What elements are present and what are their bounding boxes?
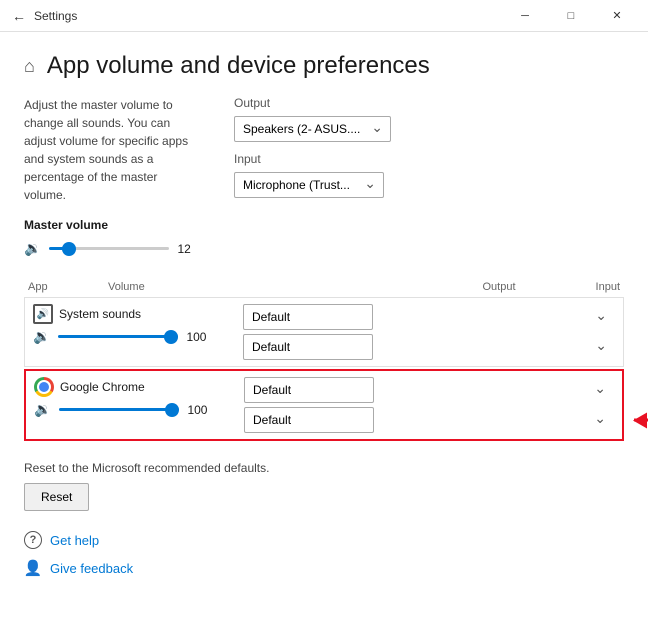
system-sounds-vol-value: 100 xyxy=(186,330,206,344)
system-sounds-output-select[interactable]: Default xyxy=(243,304,373,330)
footer-links: ? Get help 👤 Give feedback xyxy=(24,531,624,577)
back-icon[interactable]: ← xyxy=(12,8,26,24)
red-arrow-indicator xyxy=(634,419,648,422)
chrome-output-select[interactable]: Default xyxy=(244,377,374,403)
system-sounds-vol-icon: 🔉 xyxy=(33,328,50,345)
system-sounds-input-select[interactable]: Default xyxy=(243,334,373,360)
output-label: Output xyxy=(234,96,624,110)
description-section: Adjust the master volume to change all s… xyxy=(24,96,234,208)
master-volume-icon: 🔉 xyxy=(24,240,41,257)
chrome-input-container: Default xyxy=(244,407,614,433)
close-button[interactable]: ✕ xyxy=(594,0,640,32)
top-section: Adjust the master volume to change all s… xyxy=(24,96,624,208)
master-volume-label: Master volume xyxy=(24,218,624,232)
system-sounds-name-row: 🔊 System sounds xyxy=(33,304,233,324)
maximize-button[interactable]: □ xyxy=(548,0,594,32)
input-select-container: Microphone (Trust...Default xyxy=(234,172,384,198)
page-title: App volume and device preferences xyxy=(47,52,430,80)
master-volume-slider[interactable] xyxy=(49,247,169,250)
give-feedback-icon: 👤 xyxy=(24,559,42,577)
description-text: Adjust the master volume to change all s… xyxy=(24,96,194,204)
system-sounds-volume-slider[interactable] xyxy=(58,335,178,338)
app-table-header: App Volume Output Input xyxy=(24,281,624,293)
chrome-name: Google Chrome xyxy=(60,380,145,394)
system-sounds-left: 🔊 System sounds 🔉 100 xyxy=(33,304,233,345)
output-select-container: Speakers (2- ASUS....Default xyxy=(234,116,391,142)
vol-col-header: Volume xyxy=(108,281,188,293)
chrome-volume-slider[interactable] xyxy=(59,408,179,411)
title-bar-left: ← Settings xyxy=(12,8,77,24)
chrome-icon xyxy=(34,377,54,397)
output-section: Output Speakers (2- ASUS....Default xyxy=(234,96,624,142)
get-help-label: Get help xyxy=(50,533,99,548)
chrome-volume-row: 🔉 100 xyxy=(34,401,234,418)
main-panel: ⌂ App volume and device preferences Adju… xyxy=(0,32,648,631)
give-feedback-label: Give feedback xyxy=(50,561,133,576)
input-label: Input xyxy=(234,152,624,166)
get-help-link[interactable]: ? Get help xyxy=(24,531,624,549)
content-area: ⌂ App volume and device preferences Adju… xyxy=(0,32,648,631)
give-feedback-link[interactable]: 👤 Give feedback xyxy=(24,559,624,577)
chrome-output-container: Default xyxy=(244,377,614,403)
master-volume-section: Master volume 🔉 12 xyxy=(24,218,624,257)
reset-label: Reset to the Microsoft recommended defau… xyxy=(24,461,624,475)
window-title: Settings xyxy=(34,9,77,23)
chrome-name-row: Google Chrome xyxy=(34,377,234,397)
output-input-section: Output Speakers (2- ASUS....Default Inpu… xyxy=(234,96,624,208)
reset-button[interactable]: Reset xyxy=(24,483,89,511)
app-col-header: App xyxy=(28,281,108,293)
arrow-line xyxy=(634,419,648,422)
title-bar: ← Settings ─ □ ✕ xyxy=(0,0,648,32)
master-volume-value: 12 xyxy=(177,242,197,256)
input-section: Input Microphone (Trust...Default xyxy=(234,152,624,198)
output-select[interactable]: Speakers (2- ASUS....Default xyxy=(234,116,391,142)
input-col-header: Input xyxy=(596,281,620,293)
system-sounds-icon: 🔊 xyxy=(33,304,53,324)
chrome-input-select[interactable]: Default xyxy=(244,407,374,433)
system-sounds-output-container: Default xyxy=(243,304,615,330)
app-rows: 🔊 System sounds 🔉 100 Default xyxy=(24,297,624,441)
chrome-vol-icon: 🔉 xyxy=(34,401,51,418)
minimize-button[interactable]: ─ xyxy=(502,0,548,32)
chrome-vol-value: 100 xyxy=(187,403,207,417)
chrome-row: Google Chrome 🔉 100 Default xyxy=(24,369,624,441)
system-sounds-volume-row: 🔉 100 xyxy=(33,328,233,345)
chrome-selects: Default Default xyxy=(244,377,614,433)
app-vol-header: App Volume xyxy=(28,281,188,293)
chrome-left: Google Chrome 🔉 100 xyxy=(34,377,234,418)
page-header: ⌂ App volume and device preferences xyxy=(24,52,624,80)
input-select[interactable]: Microphone (Trust...Default xyxy=(234,172,384,198)
output-col-header: Output xyxy=(483,281,516,293)
system-sounds-selects: Default Default xyxy=(243,304,615,360)
system-sounds-input-container: Default xyxy=(243,334,615,360)
home-icon[interactable]: ⌂ xyxy=(24,56,35,77)
system-sounds-row: 🔊 System sounds 🔉 100 Default xyxy=(24,297,624,367)
title-bar-controls: ─ □ ✕ xyxy=(502,0,640,32)
output-input-header: Output Input xyxy=(483,281,621,293)
master-volume-row: 🔉 12 xyxy=(24,240,624,257)
system-sounds-name: System sounds xyxy=(59,307,141,321)
reset-section: Reset to the Microsoft recommended defau… xyxy=(24,461,624,511)
get-help-icon: ? xyxy=(24,531,42,549)
